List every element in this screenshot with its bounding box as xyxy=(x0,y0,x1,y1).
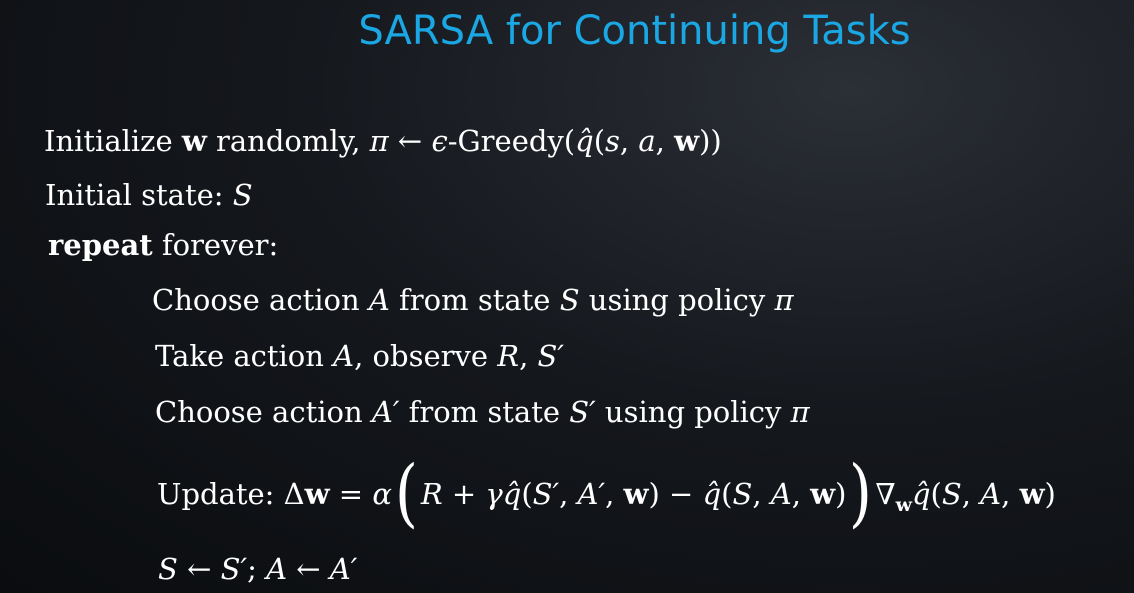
state-symbol: S xyxy=(559,283,580,317)
take-action-text: Take action xyxy=(155,339,334,373)
equals-sign: = xyxy=(329,477,373,511)
weight-symbol: w xyxy=(674,124,700,158)
state-symbol: S xyxy=(232,178,253,212)
initial-state-text: Initial state: xyxy=(45,178,233,212)
comma: , xyxy=(605,477,624,511)
comma: , xyxy=(519,339,538,373)
state-symbol: S xyxy=(732,477,753,511)
line-take-action: Take action A, observe R, S′ xyxy=(155,342,564,371)
weight-symbol: w xyxy=(304,477,330,511)
plus-sign: + xyxy=(442,477,486,511)
qhat-symbol: q̂ xyxy=(575,124,594,158)
next-action-symbol: A′ xyxy=(577,477,606,511)
greedy-text: -Greedy( xyxy=(447,124,576,158)
comma: , xyxy=(559,477,578,511)
line-initial-state: Initial state: S xyxy=(45,181,253,210)
next-action-symbol: A′ xyxy=(329,552,358,586)
reward-symbol: R xyxy=(497,339,520,373)
weight-symbol: w xyxy=(810,477,836,511)
weight-symbol: w xyxy=(1019,477,1045,511)
gradient-subscript: w xyxy=(895,493,912,516)
slide-title: SARSA for Continuing Tasks xyxy=(358,8,911,54)
comma: , xyxy=(752,477,771,511)
comma: , xyxy=(655,124,675,158)
semicolon: ; xyxy=(247,552,267,586)
policy-symbol: π xyxy=(774,283,794,317)
line-update: Update: Δw = α(R + γq̂(S′, A′, w) − q̂(S… xyxy=(157,450,1056,536)
qhat-symbol: q̂ xyxy=(502,477,522,511)
assign-arrow: ← xyxy=(287,552,330,586)
next-state-symbol: S′ xyxy=(532,477,560,511)
big-paren-close: ) xyxy=(849,450,873,536)
next-action-symbol: A′ xyxy=(371,395,400,429)
epsilon-symbol: ϵ xyxy=(431,124,448,158)
action-symbol: A xyxy=(266,552,288,586)
choose-text: Choose action xyxy=(152,283,369,317)
next-state-symbol: S′ xyxy=(537,339,564,373)
paren-open: ( xyxy=(930,477,942,511)
nabla-symbol: ∇ xyxy=(875,477,896,511)
policy-symbol: π xyxy=(369,124,389,158)
comma: , xyxy=(961,477,981,511)
comma: , xyxy=(619,124,639,158)
assign-arrow: ← xyxy=(177,552,221,586)
update-label: Update: xyxy=(157,477,284,511)
init-text: Initialize xyxy=(44,124,182,158)
policy-symbol: π xyxy=(790,395,810,429)
qhat-symbol: q̂ xyxy=(911,477,931,511)
init-text-mid: randomly, xyxy=(206,124,370,158)
line-repeat: repeat forever: xyxy=(48,231,278,260)
next-state-symbol: S′ xyxy=(569,395,596,429)
paren-close: )) xyxy=(699,124,722,158)
alpha-symbol: α xyxy=(372,477,392,511)
paren-close: ) xyxy=(1044,477,1056,511)
s-symbol: s xyxy=(605,124,620,158)
comma: , xyxy=(791,477,811,511)
action-symbol: A xyxy=(980,477,1002,511)
repeat-text: forever: xyxy=(152,228,279,262)
gamma-symbol: γ xyxy=(485,477,503,511)
minus-sign: − xyxy=(659,477,703,511)
line-choose-next-action: Choose action A′ from state S′ using pol… xyxy=(155,398,810,427)
paren-open: ( xyxy=(521,477,533,511)
action-symbol: A xyxy=(333,339,355,373)
line-assign: S ← S′; A ← A′ xyxy=(158,555,357,584)
weight-symbol: w xyxy=(181,124,207,158)
using-policy-text: using policy xyxy=(579,283,775,317)
state-symbol: S xyxy=(941,477,962,511)
paren-open: ( xyxy=(593,124,606,158)
paren-close: ) xyxy=(835,477,847,511)
state-symbol: S xyxy=(158,552,178,586)
next-state-symbol: S′ xyxy=(220,552,248,586)
observe-text: , observe xyxy=(354,339,498,373)
a-symbol: a xyxy=(638,124,656,158)
action-symbol: A xyxy=(368,283,390,317)
reward-symbol: R xyxy=(420,477,443,511)
delta-symbol: Δ xyxy=(283,477,305,511)
paren-open: ( xyxy=(721,477,733,511)
using-policy-text: using policy xyxy=(595,395,791,429)
from-state-text: from state xyxy=(399,395,570,429)
comma: , xyxy=(1001,477,1020,511)
assign-arrow: ← xyxy=(388,124,432,158)
qhat-symbol: q̂ xyxy=(702,477,722,511)
paren-close: ) xyxy=(648,477,660,511)
repeat-keyword: repeat xyxy=(48,228,153,262)
line-choose-action: Choose action A from state S using polic… xyxy=(152,286,794,315)
from-state-text: from state xyxy=(389,283,560,317)
action-symbol: A xyxy=(770,477,792,511)
weight-symbol: w xyxy=(623,477,649,511)
big-paren-open: ( xyxy=(394,450,418,536)
choose-text: Choose action xyxy=(155,395,372,429)
line-initialize: Initialize w randomly, π ← ϵ-Greedy(q̂(s… xyxy=(44,127,722,156)
